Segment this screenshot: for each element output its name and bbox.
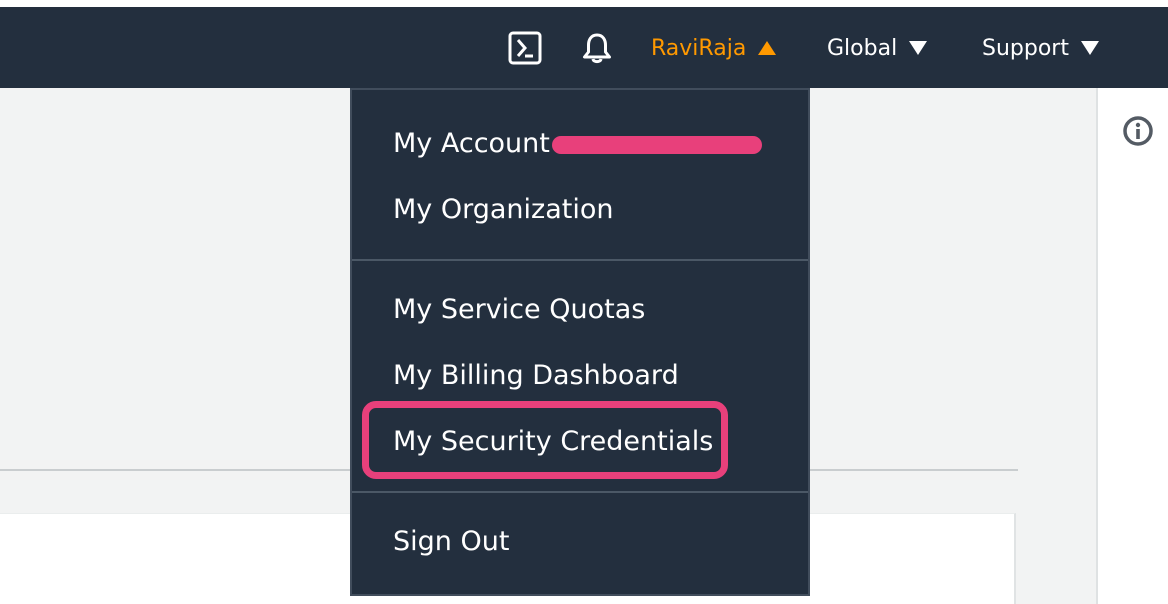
menu-divider: [352, 491, 808, 493]
caret-down-icon: [909, 41, 928, 55]
bell-icon[interactable]: [580, 31, 614, 65]
region-menu[interactable]: Global: [827, 31, 928, 65]
window-top-border: [0, 0, 1168, 7]
support-label: Support: [982, 35, 1069, 61]
caret-down-icon: [1080, 41, 1099, 55]
support-menu[interactable]: Support: [982, 31, 1099, 65]
account-id-redaction: [552, 136, 762, 154]
menu-item-my-account[interactable]: My Account: [393, 128, 550, 159]
user-menu[interactable]: RaviRaja: [651, 31, 777, 65]
menu-item-sign-out[interactable]: Sign Out: [393, 526, 509, 557]
menu-item-my-billing-dashboard[interactable]: My Billing Dashboard: [393, 360, 679, 391]
security-credentials-highlight: [362, 401, 728, 479]
help-side-panel: [1096, 88, 1168, 604]
terminal-icon[interactable]: [508, 31, 542, 65]
menu-item-my-organization[interactable]: My Organization: [393, 194, 613, 225]
top-navigation-bar: RaviRaja Global Support: [0, 7, 1168, 88]
menu-item-my-service-quotas[interactable]: My Service Quotas: [393, 294, 645, 325]
region-label: Global: [827, 35, 898, 61]
user-name-label: RaviRaja: [651, 35, 747, 61]
info-icon[interactable]: [1122, 115, 1154, 147]
caret-up-icon: [758, 41, 777, 55]
menu-divider: [352, 259, 808, 261]
user-dropdown-menu: My Account My Organization My Service Qu…: [350, 88, 810, 596]
